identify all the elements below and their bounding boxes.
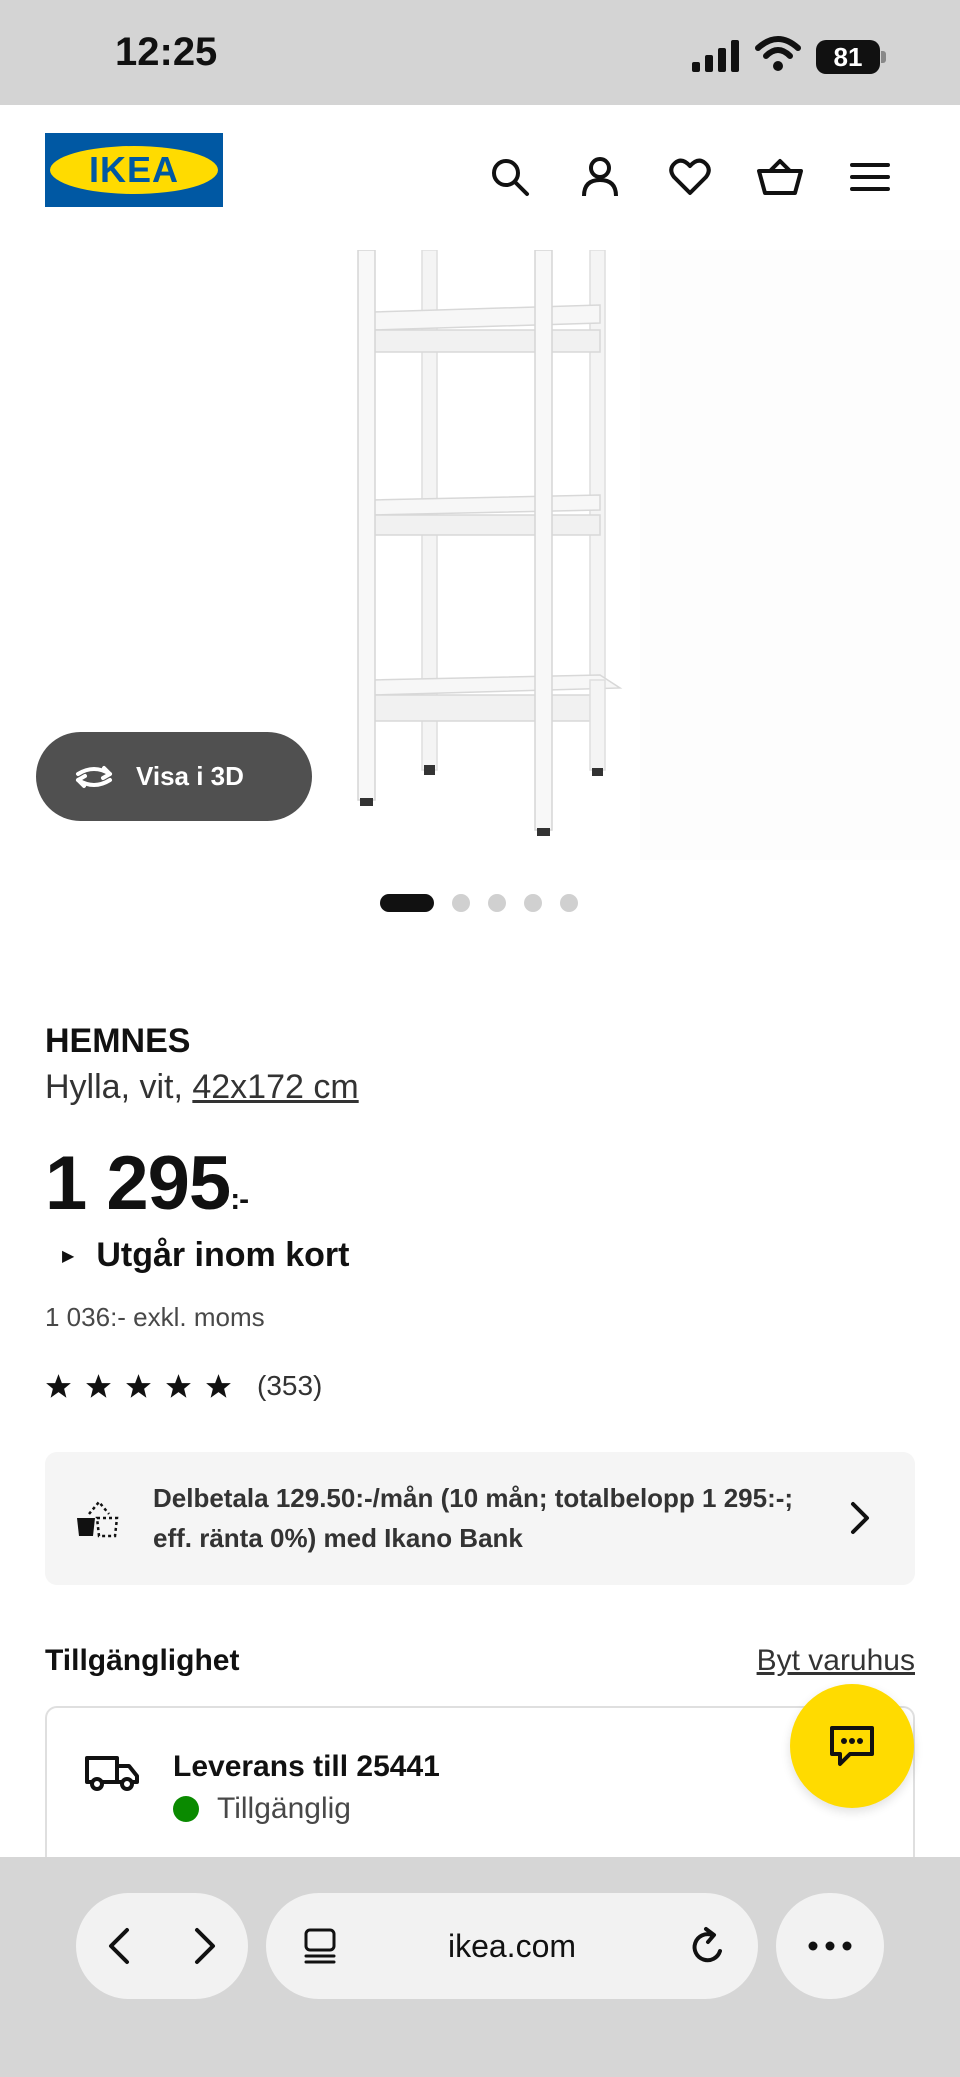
product-description: Hylla, vit, 42x172 cm xyxy=(45,1068,359,1107)
product-name: HEMNES xyxy=(45,1022,191,1060)
search-icon[interactable] xyxy=(478,145,542,209)
product-size-link[interactable]: 42x172 cm xyxy=(192,1068,358,1106)
browser-toolbar: ikea.com xyxy=(0,1857,960,2077)
status-time: 12:25 xyxy=(115,30,218,74)
basket-icon[interactable] xyxy=(748,145,812,209)
financing-offer[interactable]: Delbetala 129.50:-/mån (10 mån; totalbel… xyxy=(45,1452,915,1585)
financing-text: Delbetala 129.50:-/mån (10 mån; totalbel… xyxy=(153,1483,794,1553)
delivery-status-label: Tillgänglig xyxy=(217,1792,351,1825)
delivery-title: Leverans till 25441 xyxy=(173,1750,440,1783)
chat-bubble-icon xyxy=(830,1726,874,1766)
carousel-dot-3[interactable] xyxy=(488,894,506,912)
status-bar: 12:25 81 xyxy=(0,0,960,105)
expand-triangle-icon: ▶ xyxy=(62,1247,75,1265)
payment-split-icon xyxy=(77,1500,119,1538)
star-icon xyxy=(86,1373,111,1398)
account-icon[interactable] xyxy=(568,145,632,209)
star-icon xyxy=(46,1373,71,1398)
star-icon xyxy=(126,1373,151,1398)
battery-level: 81 xyxy=(816,40,880,74)
heart-icon[interactable] xyxy=(658,145,722,209)
delivery-status: Tillgänglig xyxy=(173,1792,351,1826)
chat-button[interactable] xyxy=(790,1684,914,1808)
back-button[interactable] xyxy=(96,1923,142,1969)
product-rating[interactable]: (353) xyxy=(45,1370,322,1402)
carousel-indicator xyxy=(380,893,596,913)
carousel-dot-4[interactable] xyxy=(524,894,542,912)
cellular-signal-icon xyxy=(692,40,739,72)
discontinued-label: Utgår inom kort xyxy=(96,1236,350,1274)
reload-icon[interactable] xyxy=(688,1925,728,1967)
change-store-link[interactable]: Byt varuhus xyxy=(757,1644,915,1678)
rating-count: (353) xyxy=(257,1370,323,1401)
ikea-logo[interactable]: IKEA xyxy=(45,133,223,207)
price-excl-vat: 1 036:- exkl. moms xyxy=(45,1302,265,1332)
rotate-3d-icon xyxy=(76,765,112,788)
battery-icon: 81 xyxy=(816,40,886,74)
ellipsis-icon xyxy=(808,1941,852,1951)
discontinued-notice[interactable]: ▶ Utgår inom kort xyxy=(62,1236,349,1275)
truck-icon xyxy=(85,1756,139,1791)
view-in-3d-label: Visa i 3D xyxy=(136,761,244,791)
status-dot xyxy=(173,1796,199,1822)
chevron-left-icon xyxy=(109,1928,129,1964)
view-in-3d-button[interactable]: Visa i 3D xyxy=(36,732,312,821)
chevron-right-icon xyxy=(851,1502,869,1534)
star-icon xyxy=(166,1373,191,1398)
availability-title: Tillgänglighet xyxy=(45,1644,240,1677)
product-price: 1 295:- xyxy=(45,1140,249,1227)
product-type: Hylla, vit, xyxy=(45,1068,193,1106)
carousel-dot-5[interactable] xyxy=(560,894,578,912)
address-bar[interactable]: ikea.com xyxy=(266,1893,758,1999)
site-header: IKEA xyxy=(0,105,960,250)
chevron-right-icon xyxy=(195,1928,215,1964)
forward-button[interactable] xyxy=(182,1923,228,1969)
more-options-button[interactable] xyxy=(776,1893,884,1999)
price-main: 1 295 xyxy=(45,1141,231,1226)
carousel-dot-1[interactable] xyxy=(380,894,434,912)
url-text: ikea.com xyxy=(447,1928,577,1964)
star-icon xyxy=(206,1373,231,1398)
wifi-icon xyxy=(755,36,801,71)
logo-text: IKEA xyxy=(88,149,179,190)
browser-nav-group xyxy=(76,1893,248,1999)
price-suffix: :- xyxy=(230,1183,249,1216)
menu-icon[interactable] xyxy=(838,145,902,209)
carousel-dot-2[interactable] xyxy=(452,894,470,912)
